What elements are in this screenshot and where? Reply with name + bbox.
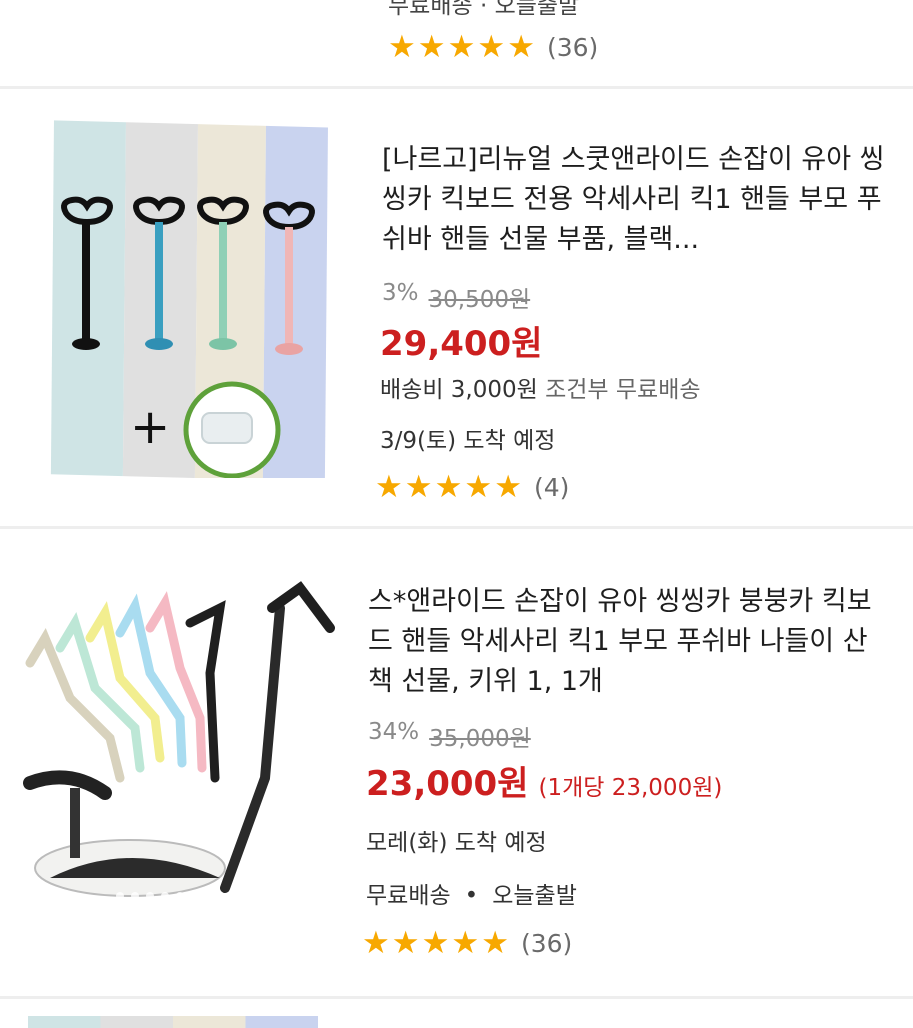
rating-stars: ★ ★ ★ ★ ★ (36) bbox=[362, 928, 572, 959]
arrival-date: 3/9(토) 도착 예정 bbox=[380, 428, 556, 454]
sale-price: 23,000원 bbox=[366, 764, 529, 804]
review-count: (36) bbox=[520, 929, 573, 958]
star-icon: ★ bbox=[447, 29, 476, 65]
star-icon: ★ bbox=[451, 925, 480, 961]
star-icon: ★ bbox=[494, 469, 522, 505]
shipping-info: 배송비 3,000원 조건부 무료배송 bbox=[380, 370, 701, 404]
star-icon: ★ bbox=[391, 925, 420, 961]
product-thumbnail-partial-next[interactable] bbox=[28, 1016, 318, 1028]
free-shipping: 무료배송 bbox=[366, 883, 451, 909]
star-icon: ★ bbox=[481, 925, 509, 961]
delivery-info: 무료배송 • 오늘출발 bbox=[366, 876, 577, 910]
review-count: (36) bbox=[546, 33, 599, 62]
dispatch-today: 오늘출발 bbox=[492, 883, 577, 909]
rating-stars: ★ ★ ★ ★ ★ (4) bbox=[375, 472, 569, 503]
star-icon: ★ bbox=[464, 469, 493, 505]
arrival-date: 모레(화) 도착 예정 bbox=[366, 830, 547, 856]
divider bbox=[0, 996, 913, 999]
product-title[interactable]: [나르고]리뉴얼 스쿳앤라이드 손잡이 유아 씽씽카 킥보드 전용 악세사리 킥… bbox=[382, 140, 902, 264]
product-thumbnail-partial[interactable] bbox=[40, 0, 290, 20]
star-icon: ★ bbox=[388, 29, 416, 65]
original-price: 30,500원 bbox=[428, 287, 531, 313]
separator: • bbox=[464, 883, 479, 909]
price-row: 23,000원 (1개당 23,000원) bbox=[366, 756, 722, 805]
divider bbox=[0, 526, 913, 529]
product-image[interactable]: + bbox=[42, 118, 330, 478]
review-count: (4) bbox=[533, 473, 570, 502]
star-icon: ★ bbox=[507, 29, 535, 65]
original-price: 35,000원 bbox=[429, 726, 531, 752]
discount-row: 34% 35,000원 bbox=[368, 719, 531, 753]
plus-label: + bbox=[130, 399, 170, 455]
divider bbox=[0, 86, 913, 89]
star-icon: ★ bbox=[375, 469, 403, 505]
star-icon: ★ bbox=[362, 925, 390, 961]
star-icon: ★ bbox=[434, 469, 463, 505]
discount-rate: 34% bbox=[368, 719, 420, 745]
star-icon: ★ bbox=[421, 925, 450, 961]
shipping-condition: 조건부 무료배송 bbox=[545, 377, 701, 403]
sale-price: 29,400원 bbox=[380, 324, 543, 364]
star-icon: ★ bbox=[417, 29, 446, 65]
partial-shipping-text: 무료배송 · 오늘출발 bbox=[388, 0, 580, 19]
unit-price: (1개당 23,000원) bbox=[538, 775, 723, 801]
shipping-fee: 배송비 3,000원 bbox=[380, 377, 538, 403]
discount-row: 3% 30,500원 bbox=[382, 280, 530, 314]
star-icon: ★ bbox=[477, 29, 506, 65]
star-icon: ★ bbox=[404, 469, 433, 505]
product-image[interactable] bbox=[10, 578, 340, 918]
rating-stars: ★ ★ ★ ★ ★ (36) bbox=[388, 32, 598, 63]
product-title[interactable]: 스*앤라이드 손잡이 유아 씽씽카 붕붕카 킥보드 핸들 악세사리 킥1 부모 … bbox=[368, 582, 888, 706]
discount-rate: 3% bbox=[382, 280, 419, 306]
